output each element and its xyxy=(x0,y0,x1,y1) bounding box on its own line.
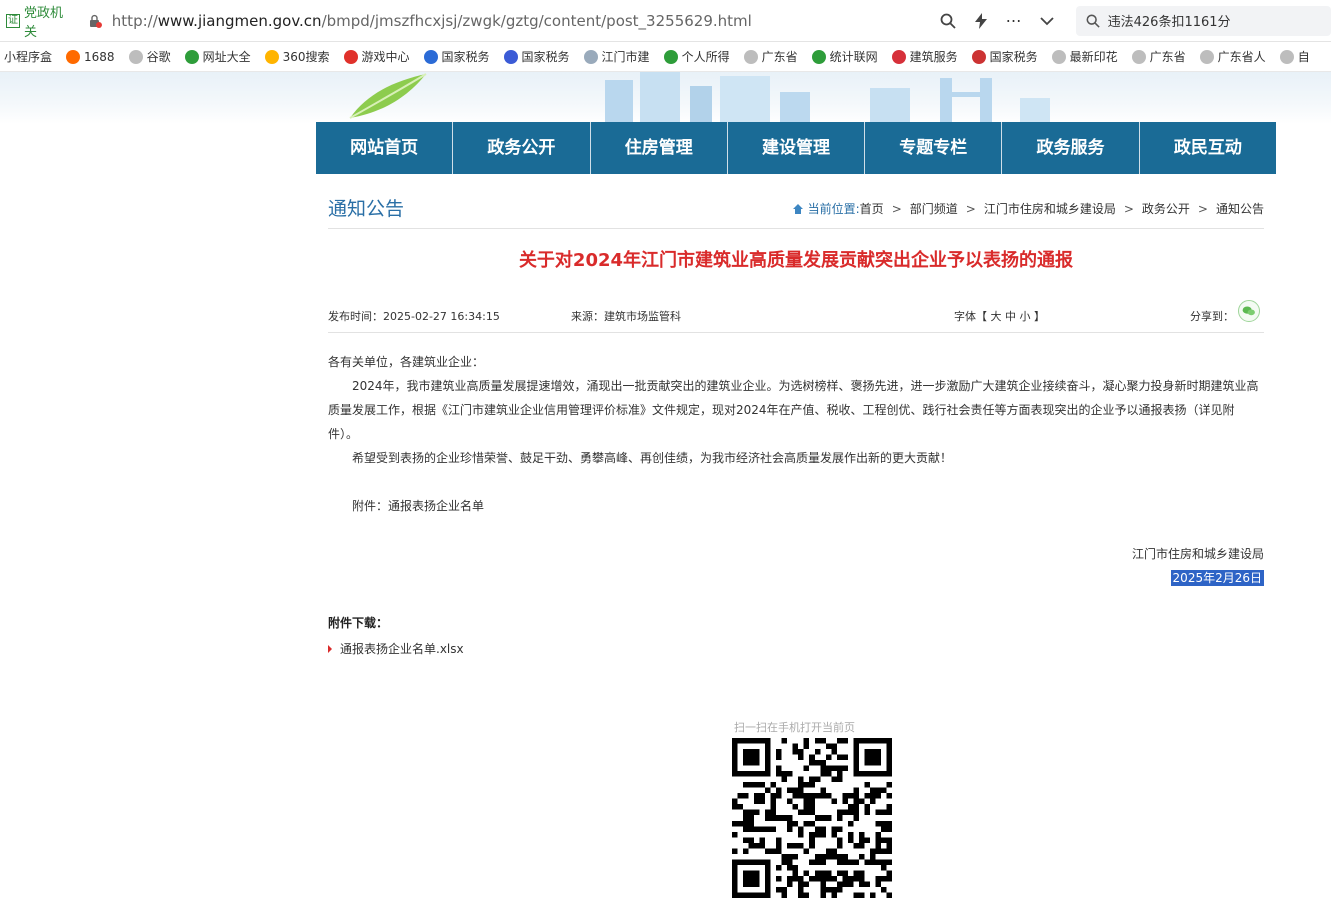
bookmark-icon xyxy=(1131,49,1146,64)
bookmark-icon xyxy=(811,49,826,64)
bookmark-icon xyxy=(503,49,518,64)
bookmark-icon xyxy=(743,49,758,64)
divider xyxy=(328,228,1264,229)
bookmark-item[interactable]: 游戏中心 xyxy=(343,48,410,65)
nav-item[interactable]: 政务公开 xyxy=(453,122,591,174)
column-title: 通知公告 xyxy=(328,198,405,220)
breadcrumb-separator: > xyxy=(891,201,902,216)
attachment-note: 附件：通报表扬企业名单 xyxy=(352,499,485,513)
breadcrumb-separator: > xyxy=(1123,201,1134,216)
wechat-share-icon[interactable] xyxy=(1238,300,1260,322)
chevron-down-icon[interactable] xyxy=(1040,16,1054,26)
signer: 江门市住房和城乡建设局 xyxy=(1131,547,1264,561)
article-container: 通知公告 当前位置: 首页 > 部门频道 > 江门市住房和城乡建设局 > 政务公开 > 通知公告… xyxy=(316,174,1276,915)
leaf-decoration xyxy=(349,73,427,119)
browser-toolbar: 证 党政机关 http://www.jiangmen.gov.cn/bmpd/j… xyxy=(0,0,1331,42)
bookmark-item[interactable]: 国家税务 xyxy=(423,48,490,65)
sign-date: 2025年2月26日 xyxy=(1170,570,1264,586)
bookmark-item[interactable]: 国家税务 xyxy=(503,48,570,65)
article-meta: 发布时间：2025-02-27 16:34:15 来源：建筑市场监管科 字体【 … xyxy=(328,300,1264,328)
address-bar[interactable]: http://www.jiangmen.gov.cn/bmpd/jmszfhcx… xyxy=(112,12,930,30)
certificate-icon: 证 xyxy=(6,13,20,28)
nav-item[interactable]: 建设管理 xyxy=(728,122,866,174)
bookmark-item[interactable]: 广东省 xyxy=(743,48,798,65)
bookmark-icon xyxy=(423,49,438,64)
nav-item[interactable]: 政务服务 xyxy=(1002,122,1140,174)
bookmark-item[interactable]: 小程序盒 xyxy=(4,48,52,65)
web-page: 网站首页 政务公开 住房管理 建设管理 专题专栏 政务服务 政民互动 通知公告 当前位置: … xyxy=(0,72,1331,915)
breadcrumb-link[interactable]: 政务公开 xyxy=(1142,200,1190,217)
article-source: 来源：建筑市场监管科 xyxy=(571,310,681,323)
bullet-icon xyxy=(328,644,332,653)
breadcrumb-link[interactable]: 通知公告 xyxy=(1216,200,1264,217)
nav-item[interactable]: 住房管理 xyxy=(591,122,728,174)
bookmark-item[interactable]: 自 xyxy=(1279,48,1310,65)
paragraph: 希望受到表扬的企业珍惜荣誉、鼓足干劲、勇攀高峰、再创佳绩，为我市经济社会高质量发… xyxy=(352,451,953,465)
bookmark-item[interactable]: 360搜索 xyxy=(264,48,330,65)
article-title: 关于对2024年江门市建筑业高质量发展贡献突出企业予以表扬的通报 xyxy=(518,250,1074,271)
paragraph: 2024年，我市建筑业高质量发展提速增效，涌现出一批贡献突出的建筑业企业。为选树… xyxy=(328,379,1259,441)
home-icon xyxy=(792,203,803,214)
bookmark-icon xyxy=(891,49,906,64)
bookmark-item[interactable]: 1688 xyxy=(66,49,115,64)
bookmark-item[interactable]: 最新印花 xyxy=(1051,48,1118,65)
nav-item[interactable]: 专题专栏 xyxy=(865,122,1003,174)
bookmark-item[interactable]: 江门市建 xyxy=(583,48,650,65)
publish-date: 发布时间：2025-02-27 16:34:15 xyxy=(328,310,500,323)
nav-item[interactable]: 政民互动 xyxy=(1140,122,1276,174)
bookmark-icon xyxy=(663,49,678,64)
bookmark-icon xyxy=(264,49,279,64)
qr-caption: 扫一扫在手机打开当前页 xyxy=(734,721,855,734)
bookmark-icon xyxy=(1199,49,1214,64)
breadcrumb-link[interactable]: 部门频道 xyxy=(910,200,958,217)
divider xyxy=(328,332,1264,333)
breadcrumb-link[interactable]: 首页 xyxy=(860,200,884,217)
bookmark-icon xyxy=(1051,49,1066,64)
search-input[interactable]: 违法426条扣1161分 xyxy=(1075,5,1331,36)
breadcrumb-link[interactable]: 江门市住房和城乡建设局 xyxy=(984,200,1116,217)
bookmark-icon xyxy=(184,49,199,64)
lightning-icon[interactable] xyxy=(974,12,988,29)
font-size-switcher[interactable]: 字体【 大 中 小 】 xyxy=(954,308,1045,324)
bookmark-icon xyxy=(66,49,81,64)
article-body: 各有关单位，各建筑业企业： 2024年，我市建筑业高质量发展提速增效，涌现出一批… xyxy=(328,350,1264,518)
bookmark-icon xyxy=(128,49,143,64)
gov-badge[interactable]: 证 党政机关 xyxy=(6,2,76,40)
downloads-title: 附件下载： xyxy=(328,616,389,630)
bookmark-icon xyxy=(971,49,986,64)
bookmark-icon xyxy=(343,49,358,64)
bookmark-item[interactable]: 国家税务 xyxy=(971,48,1038,65)
breadcrumb-separator: > xyxy=(965,201,976,216)
share-label: 分享到： xyxy=(1190,310,1234,323)
nav-item[interactable]: 网站首页 xyxy=(316,122,454,174)
bookmark-icon xyxy=(583,49,598,64)
download-link[interactable]: 通报表扬企业名单.xlsx xyxy=(328,640,464,657)
breadcrumb-separator: > xyxy=(1197,201,1208,216)
bookmarks-bar: 小程序盒 1688 谷歌 网址大全 360搜索 游戏中心 国家税务 国家税务 江门市建 个人所得广… xyxy=(0,42,1331,72)
search-icon xyxy=(1086,14,1100,28)
qr-code xyxy=(732,738,892,898)
insecure-lock-icon[interactable] xyxy=(88,14,102,28)
more-icon[interactable]: ⋯ xyxy=(1006,11,1022,30)
bookmark-item[interactable]: 个人所得 xyxy=(663,48,730,65)
signoff: 江门市住房和城乡建设局 2025年2月26日 xyxy=(1132,542,1264,590)
city-skyline-decoration xyxy=(605,72,1050,124)
bookmark-item[interactable]: 谷歌 xyxy=(128,48,171,65)
main-navigation: 网站首页 政务公开 住房管理 建设管理 专题专栏 政务服务 政民互动 xyxy=(316,122,1276,174)
bookmark-item[interactable]: 统计联网 xyxy=(811,48,878,65)
bookmark-item[interactable]: 建筑服务 xyxy=(891,48,958,65)
breadcrumb: 当前位置: 首页 > 部门频道 > 江门市住房和城乡建设局 > 政务公开 > 通知公告 xyxy=(792,200,1264,217)
search-icon[interactable] xyxy=(940,13,956,29)
bookmark-item[interactable]: 广东省人 xyxy=(1199,48,1266,65)
bookmark-icon xyxy=(1279,49,1294,64)
bookmark-item[interactable]: 网址大全 xyxy=(184,48,251,65)
salutation: 各有关单位，各建筑业企业： xyxy=(328,355,485,369)
bookmark-item[interactable]: 广东省 xyxy=(1131,48,1186,65)
